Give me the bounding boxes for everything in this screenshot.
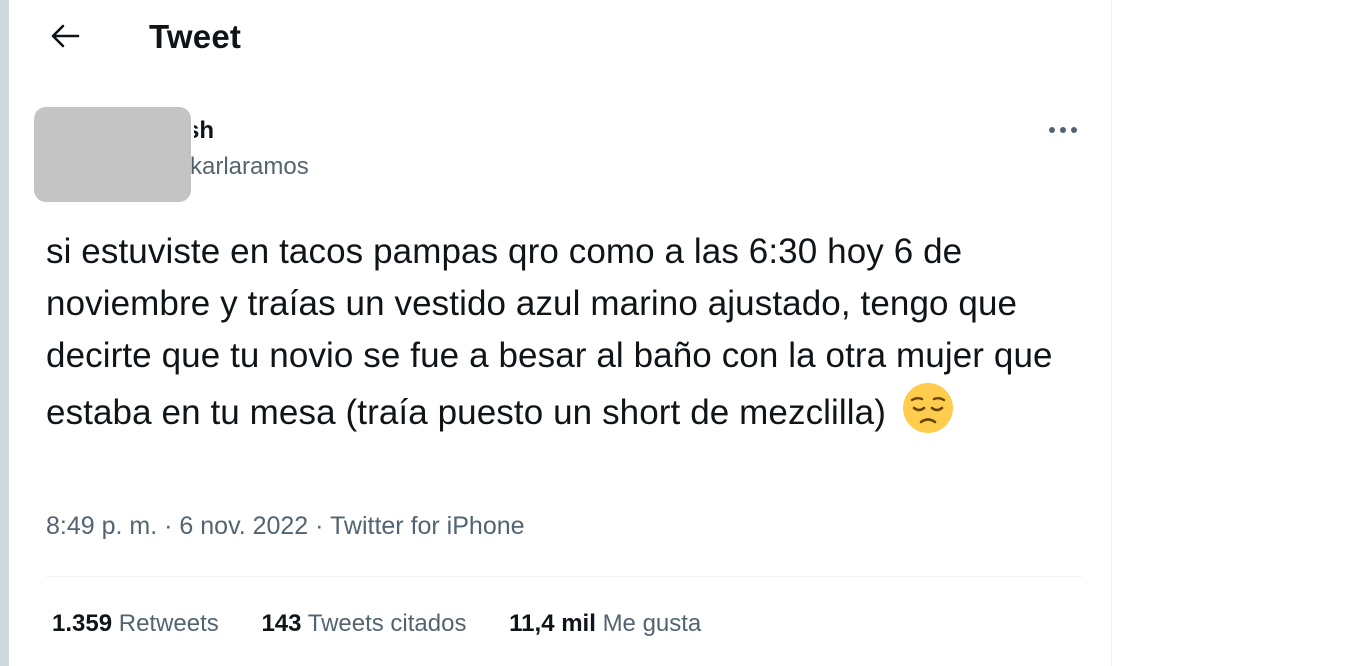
divider — [46, 576, 1082, 577]
pensive-face-emoji — [902, 382, 954, 449]
author-display-name[interactable]: sh — [194, 117, 224, 145]
author-handle[interactable]: karlaramos — [190, 153, 390, 181]
tweet-column: Tweet sh karlaramos si estuviste en taco… — [9, 0, 1112, 666]
page-header: Tweet — [9, 0, 1111, 76]
tweet-body: si estuviste en tacos pampas qro como a … — [46, 226, 1091, 449]
more-options-button[interactable] — [1043, 112, 1083, 148]
quote-tweets-stat[interactable]: 143 Tweets citados — [261, 610, 466, 638]
likes-count: 11,4 mil — [509, 610, 596, 637]
arrow-left-icon — [51, 24, 80, 48]
tweet-time[interactable]: 8:49 p. m. — [46, 512, 157, 540]
back-button[interactable] — [45, 16, 85, 56]
tweet-source[interactable]: Twitter for iPhone — [330, 512, 525, 540]
window-left-edge — [0, 0, 9, 666]
quote-tweets-count: 143 — [261, 610, 302, 637]
meta-separator: · — [164, 512, 173, 540]
meta-separator: · — [315, 512, 324, 540]
likes-stat[interactable]: 11,4 mil Me gusta — [509, 610, 701, 638]
quote-tweets-label: Tweets citados — [307, 610, 467, 637]
more-horizontal-icon — [1049, 127, 1077, 133]
likes-label: Me gusta — [602, 610, 702, 637]
avatar[interactable] — [34, 107, 191, 202]
page-title: Tweet — [149, 18, 242, 55]
retweets-label: Retweets — [118, 610, 219, 637]
tweet-metadata: 8:49 p. m. · 6 nov. 2022 · Twitter for i… — [46, 512, 525, 541]
retweets-count: 1.359 — [52, 610, 113, 637]
engagement-stats: 1.359 Retweets 143 Tweets citados 11,4 m… — [52, 610, 737, 638]
tweet-date[interactable]: 6 nov. 2022 — [179, 512, 308, 540]
retweets-stat[interactable]: 1.359 Retweets — [52, 610, 219, 638]
